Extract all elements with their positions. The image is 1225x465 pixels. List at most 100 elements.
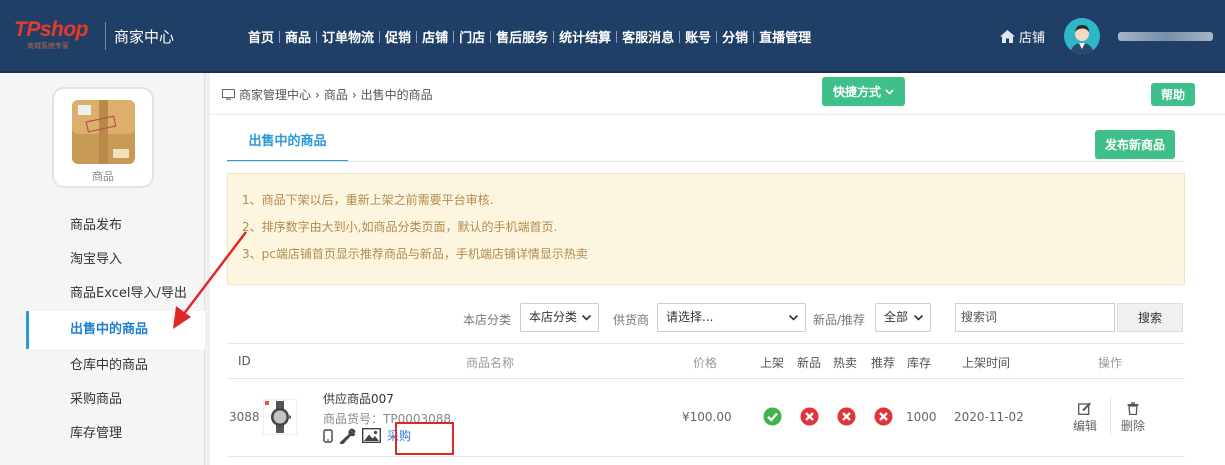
quick-access-button[interactable]: 快捷方式 [822, 77, 905, 106]
breadcrumb-separator: › [351, 87, 357, 102]
trash-icon [1127, 402, 1139, 415]
product-stock: 1000 [906, 410, 937, 424]
edit-button[interactable]: 编辑 [1072, 402, 1098, 434]
supplier-label: 供货商 [613, 313, 650, 327]
on-shelf-check-icon[interactable] [763, 407, 782, 426]
supplier-value: 请选择... [666, 310, 714, 324]
home-icon [1000, 30, 1015, 43]
nav-separator [490, 30, 492, 43]
module-card-goods[interactable]: 商品 [52, 87, 154, 188]
col-shelf-time: 上架时间 [962, 356, 1011, 370]
breadcrumb-root[interactable]: 商家管理中心 [239, 86, 311, 103]
edit-label: 编辑 [1072, 419, 1097, 433]
nav-service-messages[interactable]: 客服消息 [618, 27, 678, 46]
divider [210, 114, 1225, 115]
notice-line: 3、pc端店铺首页显示推荐商品与新品，手机端店铺详情显示热卖 [242, 247, 588, 261]
top-header: TPshop 商城系统专家 商家中心 首页 商品 订单物流 促销 店铺 门店 售… [0, 0, 1225, 73]
delete-button[interactable]: 删除 [1120, 402, 1146, 434]
col-actions: 操作 [1098, 356, 1123, 370]
watch-image-icon [265, 401, 291, 433]
col-name: 商品名称 [466, 356, 515, 370]
monitor-icon [222, 89, 235, 100]
module-label: 商品 [92, 170, 114, 183]
store-label: 店铺 [1019, 31, 1046, 46]
sidebar: 商品 商品发布 淘宝导入 商品Excel导入/导出 出售中的商品 仓库中的商品 … [0, 73, 205, 465]
image-icon[interactable] [362, 428, 381, 443]
new-recommend-value: 全部 [884, 310, 909, 324]
package-icon [72, 100, 135, 164]
highlight-box [395, 422, 454, 455]
nav-distribution[interactable]: 分销 [718, 27, 752, 46]
search-button[interactable]: 搜索 [1117, 303, 1183, 332]
notice-line: 1、商品下架以后，重新上架之前需要平台审核. [242, 193, 494, 207]
sidebar-item-purchase[interactable]: 采购商品 [0, 383, 205, 417]
action-divider [1110, 397, 1111, 435]
main-nav: 首页 商品 订单物流 促销 店铺 门店 售后服务 统计结算 客服消息 账号 分销… [244, 27, 815, 46]
new-recommend-select[interactable]: 全部 [875, 303, 931, 332]
search-input[interactable]: 搜索词 [955, 303, 1115, 332]
store-link[interactable]: 店铺 [1000, 27, 1045, 46]
product-name[interactable]: 供应商品007 [323, 390, 394, 407]
breadcrumb: 商家管理中心 › 商品 › 出售中的商品 [222, 86, 433, 103]
nav-shops[interactable]: 门店 [455, 27, 489, 46]
publish-new-goods-button[interactable]: 发布新商品 [1095, 130, 1175, 159]
nav-home[interactable]: 首页 [244, 27, 278, 46]
logo[interactable]: TPshop 商城系统专家 [14, 18, 102, 50]
sidebar-item-inventory[interactable]: 库存管理 [0, 417, 205, 451]
sidebar-item-warehouse[interactable]: 仓库中的商品 [0, 349, 205, 383]
center-title: 商家中心 [114, 28, 175, 46]
nav-store[interactable]: 店铺 [418, 27, 452, 46]
table-header: ID 商品名称 价格 上架 新品 热卖 推荐 库存 上架时间 操作 [227, 343, 1185, 379]
sidebar-item-excel[interactable]: 商品Excel导入/导出 [0, 277, 205, 311]
sidebar-item-taobao-import[interactable]: 淘宝导入 [0, 243, 205, 277]
supplier-select[interactable]: 请选择... [657, 303, 806, 332]
notice-box: 1、商品下架以后，重新上架之前需要平台审核. 2、排序数字由大到小,如商品分类页… [227, 173, 1185, 285]
nav-separator [379, 30, 381, 43]
col-id: ID [238, 354, 251, 368]
avatar[interactable] [1064, 18, 1100, 54]
nav-after-sales[interactable]: 售后服务 [492, 27, 552, 46]
nav-statistics[interactable]: 统计结算 [555, 27, 615, 46]
help-button[interactable]: 帮助 [1151, 83, 1195, 106]
tab-on-sale[interactable]: 出售中的商品 [227, 130, 348, 162]
col-stock: 库存 [907, 356, 932, 370]
col-price: 价格 [693, 356, 718, 370]
nav-goods[interactable]: 商品 [281, 27, 315, 46]
breadcrumb-separator: › [315, 87, 320, 102]
breadcrumb-current: 出售中的商品 [360, 88, 433, 102]
nav-live[interactable]: 直播管理 [755, 27, 815, 46]
nav-separator [716, 30, 718, 43]
product-thumbnail[interactable] [263, 399, 297, 435]
mobile-icon[interactable] [323, 428, 333, 443]
nav-separator [453, 30, 455, 43]
col-new: 新品 [797, 356, 822, 370]
chevron-down-icon [788, 314, 799, 321]
hot-cross-icon[interactable] [837, 407, 856, 426]
tab-underline [227, 161, 1185, 162]
store-category-select[interactable]: 本店分类 [520, 303, 599, 332]
new-cross-icon[interactable] [800, 407, 819, 426]
nav-separator [553, 30, 555, 43]
sidebar-item-on-sale[interactable]: 出售中的商品 [26, 311, 205, 349]
store-category-label: 本店分类 [463, 313, 512, 327]
brand-divider [105, 22, 106, 50]
nav-orders[interactable]: 订单物流 [318, 27, 378, 46]
logo-subtext: 商城系统专家 [27, 42, 69, 50]
nav-account[interactable]: 账号 [681, 27, 715, 46]
wrench-icon[interactable] [339, 427, 356, 444]
new-recommend-label: 新品/推荐 [813, 313, 866, 327]
nav-separator [616, 30, 618, 43]
notice-line: 2、排序数字由大到小,如商品分类页面，默认的手机端首页. [242, 220, 558, 234]
delete-label: 删除 [1120, 419, 1145, 433]
user-avatar-icon [1064, 18, 1100, 54]
chevron-down-icon [913, 314, 924, 321]
chevron-down-icon [885, 88, 894, 95]
breadcrumb-goods[interactable]: 商品 [324, 86, 348, 103]
table-row: 3088 供应商品007 商品货号：TP0003088 采购 ¥100.00 1… [227, 379, 1185, 457]
nav-separator [416, 30, 418, 43]
sidebar-item-publish[interactable]: 商品发布 [0, 209, 205, 243]
sidebar-menu: 商品发布 淘宝导入 商品Excel导入/导出 出售中的商品 仓库中的商品 采购商… [0, 209, 205, 451]
col-hot: 热卖 [833, 356, 858, 370]
nav-promotion[interactable]: 促销 [381, 27, 415, 46]
recommend-cross-icon[interactable] [874, 407, 893, 426]
